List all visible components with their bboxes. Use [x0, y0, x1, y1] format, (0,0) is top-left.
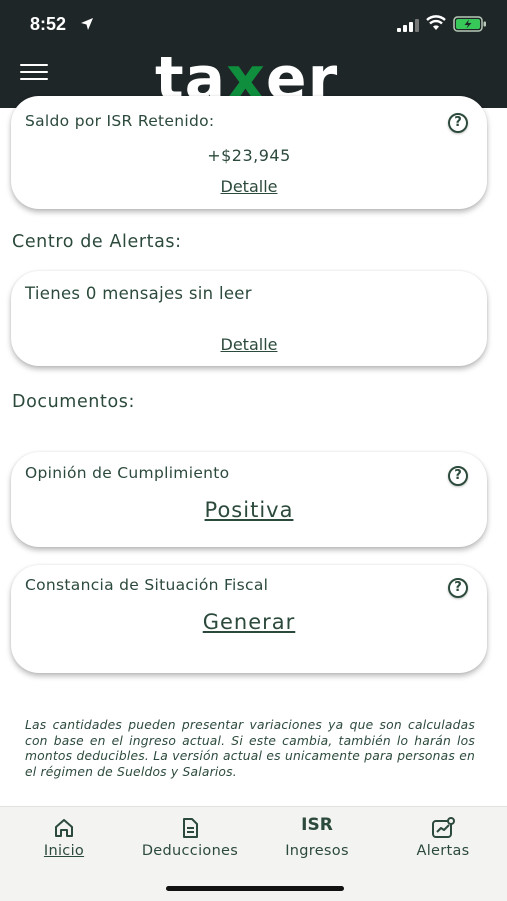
opinion-card-title: Opinión de Cumplimiento — [25, 464, 230, 482]
isr-amount: +$23,945 — [207, 146, 291, 165]
isr-balance-card: Saldo por ISR Retenido: ? +$23,945 Detal… — [11, 96, 487, 209]
document-icon — [183, 818, 198, 838]
home-icon — [55, 819, 73, 837]
disclaimer-text: Las cantidades pueden presentar variacio… — [25, 718, 475, 779]
status-time: 8:52 — [30, 14, 67, 34]
nav-ingresos[interactable]: ISR Ingresos — [254, 807, 380, 877]
help-icon[interactable]: ? — [448, 466, 468, 486]
alerts-section-title: Centro de Alertas: — [12, 232, 182, 252]
nav-alertas-label: Alertas — [416, 843, 470, 859]
isr-detail-link[interactable]: Detalle — [11, 177, 487, 196]
hamburger-menu-icon[interactable] — [20, 64, 48, 80]
constancia-card-title: Constancia de Situación Fiscal — [25, 576, 269, 594]
help-icon[interactable]: ? — [448, 578, 468, 598]
isr-card-title: Saldo por ISR Retenido: — [25, 112, 215, 130]
wifi-icon — [426, 15, 446, 30]
top-header: 8:52 taxer — [0, 0, 507, 110]
alerts-card: Tienes 0 mensajes sin leer Detalle — [11, 271, 487, 366]
help-icon[interactable]: ? — [448, 113, 468, 133]
opinion-card: Opinión de Cumplimiento ? Positiva — [11, 452, 487, 547]
alerts-message: Tienes 0 mensajes sin leer — [25, 284, 252, 303]
opinion-value-link[interactable]: Positiva — [11, 498, 487, 522]
nav-deducciones-label: Deducciones — [141, 843, 239, 859]
location-arrow-icon — [81, 18, 93, 30]
constancia-card: Constancia de Situación Fiscal ? Generar — [11, 565, 487, 673]
nav-alertas[interactable]: Alertas — [380, 807, 506, 877]
alerts-detail-link[interactable]: Detalle — [11, 335, 487, 354]
isr-icon: ISR — [301, 815, 333, 835]
nav-deducciones[interactable]: Deducciones — [127, 807, 253, 877]
documents-section-title: Documentos: — [12, 392, 135, 412]
generate-link[interactable]: Generar — [11, 610, 487, 634]
battery-icon — [453, 16, 486, 32]
home-indicator — [166, 886, 344, 891]
cellular-signal-icon — [397, 19, 419, 32]
nav-inicio[interactable]: Inicio — [1, 807, 127, 877]
chart-icon — [432, 817, 455, 838]
nav-ingresos-label: Ingresos — [285, 843, 349, 859]
nav-inicio-label: Inicio — [43, 843, 85, 859]
